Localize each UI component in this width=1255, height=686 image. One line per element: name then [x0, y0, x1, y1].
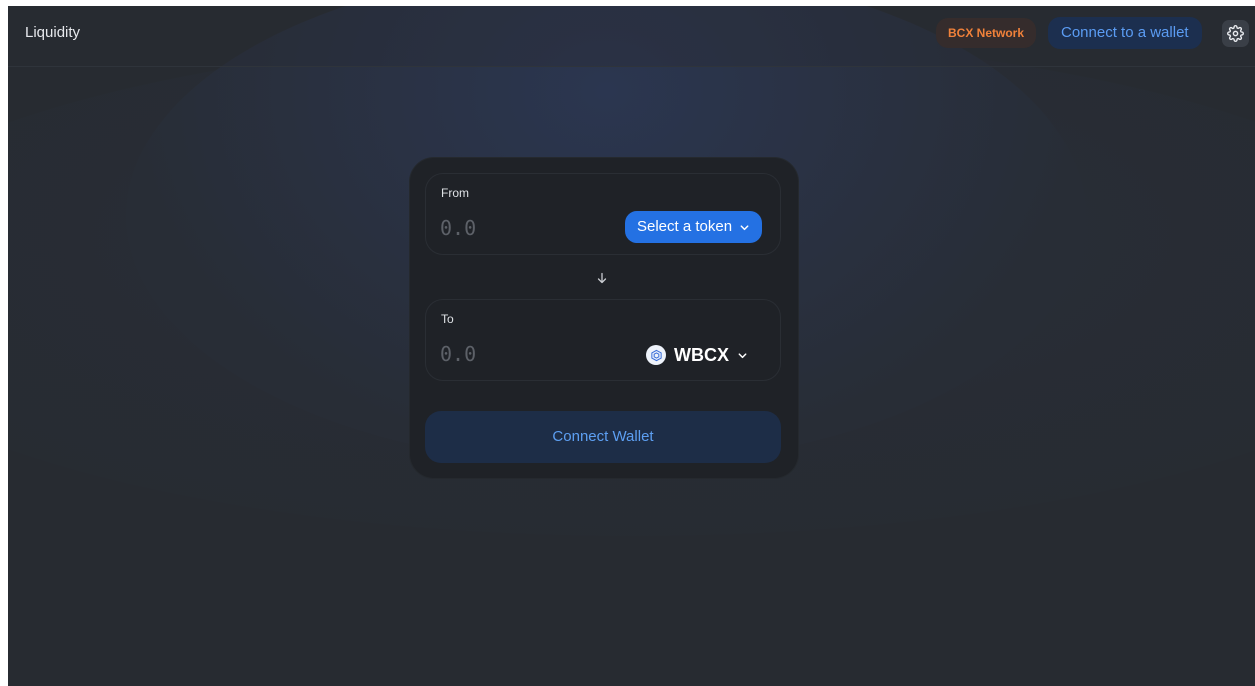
select-token-button[interactable]: Select a token [625, 211, 763, 243]
settings-button[interactable] [1222, 20, 1249, 47]
chevron-down-icon [738, 352, 747, 358]
to-panel: To WBCX [425, 299, 781, 381]
gear-icon [1227, 25, 1244, 42]
network-badge[interactable]: BCX Network [936, 18, 1037, 48]
connect-wallet-button[interactable]: Connect Wallet [425, 411, 781, 463]
swap-direction-button[interactable] [592, 268, 612, 288]
arrow-down-icon [597, 272, 607, 284]
to-amount-input[interactable] [440, 340, 590, 368]
wbcx-token-icon [646, 345, 666, 365]
connect-to-wallet-button[interactable]: Connect to a wallet [1048, 17, 1202, 49]
select-token-label: Select a token [637, 218, 733, 235]
to-label: To [441, 312, 454, 326]
chevron-down-icon [740, 224, 749, 230]
from-amount-input[interactable] [440, 214, 590, 242]
from-label: From [441, 186, 469, 200]
swap-card: From Select a token To [410, 158, 798, 478]
top-bar: Liquidity BCX Network Connect to a walle… [8, 6, 1255, 67]
app-window: Liquidity BCX Network Connect to a walle… [8, 6, 1255, 686]
to-token-symbol: WBCX [674, 344, 729, 365]
page-title: Liquidity [25, 24, 81, 41]
from-panel: From Select a token [425, 173, 781, 255]
to-token-selector[interactable]: WBCX [646, 340, 748, 370]
